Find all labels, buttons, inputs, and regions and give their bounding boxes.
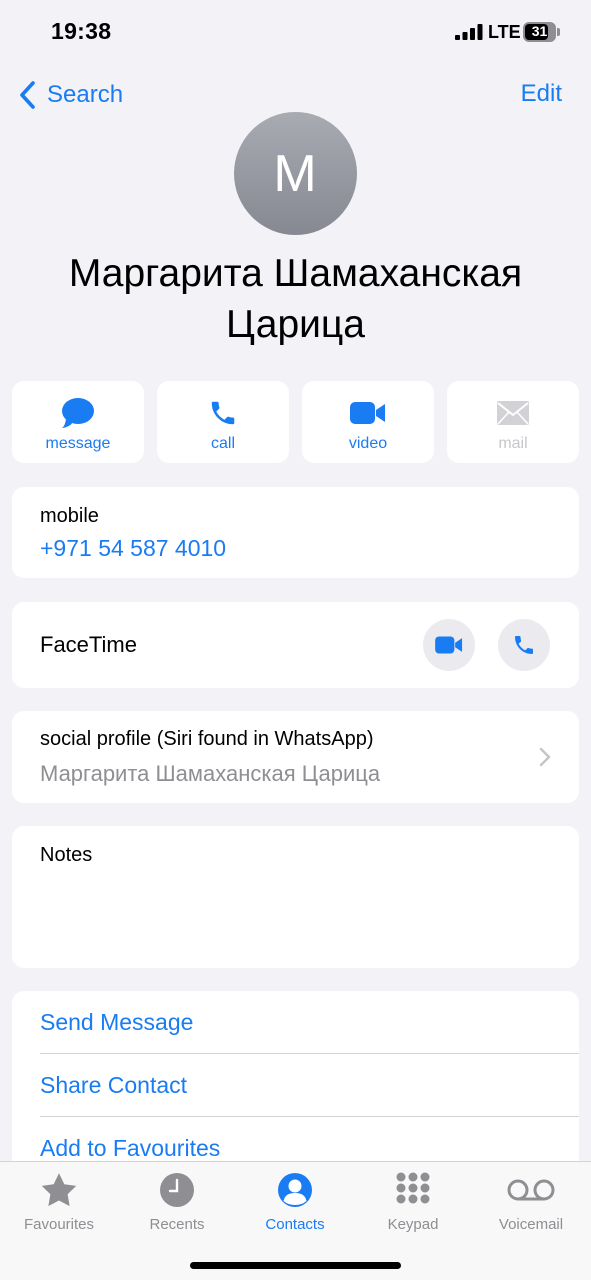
mail-button-label: mail (498, 435, 528, 452)
chevron-left-icon (20, 81, 35, 109)
tab-keypad-label: Keypad (387, 1216, 439, 1233)
notes-card[interactable]: Notes (12, 826, 579, 968)
tab-keypad[interactable]: Keypad (354, 1170, 472, 1240)
phone-label: mobile (40, 505, 99, 527)
share-contact-label: Share Contact (40, 1072, 188, 1098)
network-type: LTE (488, 22, 521, 42)
contact-name: Маргарита Шамаханская Царица (20, 248, 571, 350)
social-profile-value: Маргарита Шамаханская Царица (40, 761, 381, 786)
status-bar: 19:38 LTE 31 (0, 0, 591, 66)
avatar: M (234, 112, 357, 235)
video-camera-icon (435, 636, 463, 654)
call-button-label: call (210, 435, 235, 452)
send-message-label: Send Message (40, 1009, 194, 1035)
phone-number[interactable]: +971 54 587 4010 (40, 535, 226, 562)
star-icon (41, 1173, 77, 1207)
tab-recents[interactable]: Recents (118, 1170, 236, 1240)
tab-favourites-label: Favourites (23, 1216, 95, 1233)
battery-icon: 31 (523, 22, 556, 42)
video-camera-icon (350, 402, 385, 424)
voicemail-icon (507, 1179, 555, 1201)
phone-icon (515, 636, 533, 654)
mail-button[interactable]: mail (447, 381, 579, 463)
chevron-right-icon (539, 747, 551, 767)
phone-icon (211, 401, 235, 425)
tab-contacts-label: Contacts (265, 1216, 325, 1233)
share-contact-link[interactable]: Share Contact (40, 1054, 579, 1117)
facetime-video-button[interactable] (423, 619, 475, 671)
tab-favourites[interactable]: Favourites (0, 1170, 118, 1240)
envelope-icon (497, 401, 529, 425)
facetime-audio-button[interactable] (498, 619, 550, 671)
tab-recents-label: Recents (149, 1216, 205, 1233)
status-time: 19:38 (51, 18, 112, 44)
video-button-label: video (348, 435, 388, 452)
phone-card: mobile +971 54 587 4010 (12, 487, 579, 578)
video-button[interactable]: video (302, 381, 434, 463)
message-button-label: message (45, 435, 111, 452)
social-profile-card[interactable]: social profile (Siri found in WhatsApp) … (12, 711, 579, 803)
cellular-signal-icon (455, 24, 483, 40)
keypad-grid-icon (396, 1172, 430, 1204)
social-profile-label: social profile (Siri found in WhatsApp) (40, 728, 374, 750)
notes-label: Notes (40, 844, 93, 866)
tab-contacts[interactable]: Contacts (236, 1170, 354, 1240)
facetime-label: FaceTime (40, 632, 137, 657)
person-circle-icon (278, 1173, 312, 1207)
avatar-initial: M (273, 144, 318, 203)
battery-percent: 31 (531, 23, 548, 39)
message-button[interactable]: message (12, 381, 144, 463)
add-to-favourites-label: Add to Favourites (40, 1135, 221, 1161)
send-message-link[interactable]: Send Message (40, 991, 579, 1054)
call-button[interactable]: call (157, 381, 289, 463)
edit-button[interactable]: Edit (521, 80, 562, 108)
message-bubble-icon (62, 398, 94, 428)
tab-voicemail-label: Voicemail (498, 1216, 564, 1233)
quick-actions: message call video mail (12, 381, 579, 463)
tab-voicemail[interactable]: Voicemail (472, 1170, 590, 1240)
facetime-card: FaceTime (12, 602, 579, 688)
home-indicator[interactable] (190, 1262, 401, 1269)
back-button[interactable]: Search (18, 78, 123, 112)
clock-icon (160, 1173, 194, 1207)
contact-name-line1: Маргарита Шамаханская (68, 252, 523, 295)
contact-name-line2: Царица (226, 303, 365, 346)
back-button-label: Search (47, 81, 124, 108)
